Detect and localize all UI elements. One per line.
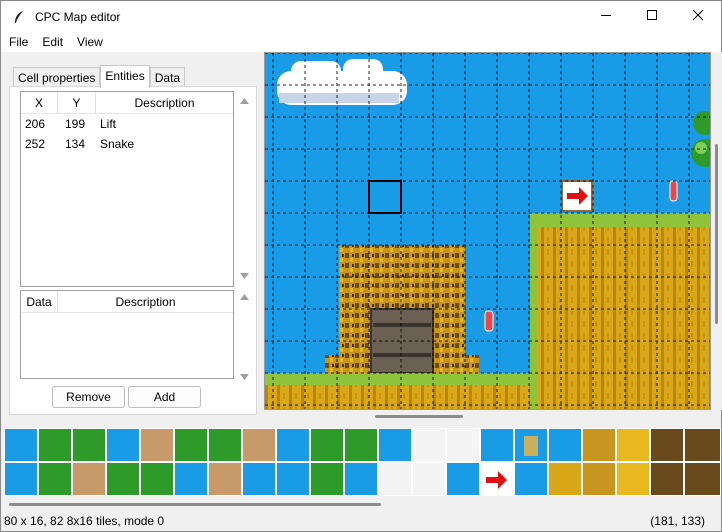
- app-window: CPC Map editor File Edit View Cell prope…: [0, 0, 722, 532]
- map-canvas[interactable]: [264, 52, 711, 410]
- tab-strip: Cell properties Entities Data: [13, 65, 186, 88]
- table-row[interactable]: 252 134 Snake: [21, 134, 233, 154]
- minimize-icon: [600, 10, 612, 24]
- tile-palette-scrollbar[interactable]: [9, 503, 381, 506]
- properties-panel: Cell properties Entities Data X Y Descri…: [9, 63, 257, 415]
- minimize-button[interactable]: [583, 1, 629, 32]
- cell-description: Lift: [100, 117, 117, 131]
- scrollbar-thumb[interactable]: [715, 144, 718, 324]
- grass-plateau: [530, 213, 710, 409]
- map-scene: [265, 53, 710, 409]
- table-row[interactable]: 206 199 Lift: [21, 114, 233, 134]
- entities-tab-body: X Y Description 206 199 Lift 252 134 Sna…: [9, 86, 257, 415]
- remove-button[interactable]: Remove: [52, 386, 125, 408]
- menu-edit[interactable]: Edit: [35, 35, 70, 49]
- column-x[interactable]: X: [21, 92, 58, 113]
- menu-bar: File Edit View: [1, 32, 721, 52]
- entities-table[interactable]: X Y Description 206 199 Lift 252 134 Sna…: [20, 91, 234, 287]
- data-table[interactable]: Data Description: [20, 290, 234, 379]
- scroll-up-icon[interactable]: [237, 291, 251, 303]
- close-button[interactable]: [675, 1, 721, 32]
- add-button[interactable]: Add: [128, 386, 201, 408]
- scroll-down-icon[interactable]: [237, 270, 251, 282]
- entity-marker: [669, 180, 678, 202]
- signpost-tile-icon: [524, 436, 538, 456]
- column-data-description[interactable]: Description: [58, 291, 233, 312]
- cell-description: Snake: [100, 137, 135, 151]
- tab-entities[interactable]: Entities: [100, 65, 150, 88]
- close-icon: [692, 9, 704, 24]
- map-vertical-scrollbar[interactable]: [711, 52, 722, 410]
- snake-entity: [484, 310, 494, 332]
- column-y[interactable]: Y: [58, 92, 96, 113]
- cloud: [277, 59, 407, 105]
- column-description[interactable]: Description: [96, 92, 233, 113]
- maximize-button[interactable]: [629, 1, 675, 32]
- status-bar: 80 x 16, 82 8x16 tiles, mode 0 (181, 133…: [1, 511, 721, 531]
- tile-palette[interactable]: [4, 428, 721, 496]
- feather-icon: [11, 9, 27, 25]
- title-bar: CPC Map editor: [1, 1, 721, 32]
- cell-x: 252: [25, 137, 46, 151]
- tab-data[interactable]: Data: [149, 67, 186, 87]
- data-table-header: Data Description: [21, 291, 233, 313]
- cursor-coordinates: (181, 133): [650, 514, 705, 528]
- map-horizontal-scrollbar[interactable]: [375, 415, 463, 418]
- scroll-up-icon[interactable]: [237, 95, 251, 107]
- map-info: 80 x 16, 82 8x16 tiles, mode 0: [4, 514, 165, 528]
- tab-cell-properties[interactable]: Cell properties: [13, 67, 101, 87]
- tree-stump: [325, 245, 479, 374]
- entities-table-header: X Y Description: [21, 92, 233, 114]
- maximize-icon: [646, 9, 658, 24]
- bush: [691, 111, 710, 167]
- selection-cursor: [368, 180, 402, 214]
- arrow-sign: [561, 180, 593, 212]
- cell-y: 199: [65, 117, 86, 131]
- tile-strip[interactable]: [4, 428, 721, 496]
- menu-view[interactable]: View: [70, 35, 110, 49]
- cell-x: 206: [25, 117, 46, 131]
- column-data[interactable]: Data: [21, 291, 58, 312]
- cell-y: 134: [65, 137, 86, 151]
- window-title: CPC Map editor: [35, 9, 121, 24]
- menu-file[interactable]: File: [1, 35, 35, 49]
- scroll-down-icon[interactable]: [237, 371, 251, 383]
